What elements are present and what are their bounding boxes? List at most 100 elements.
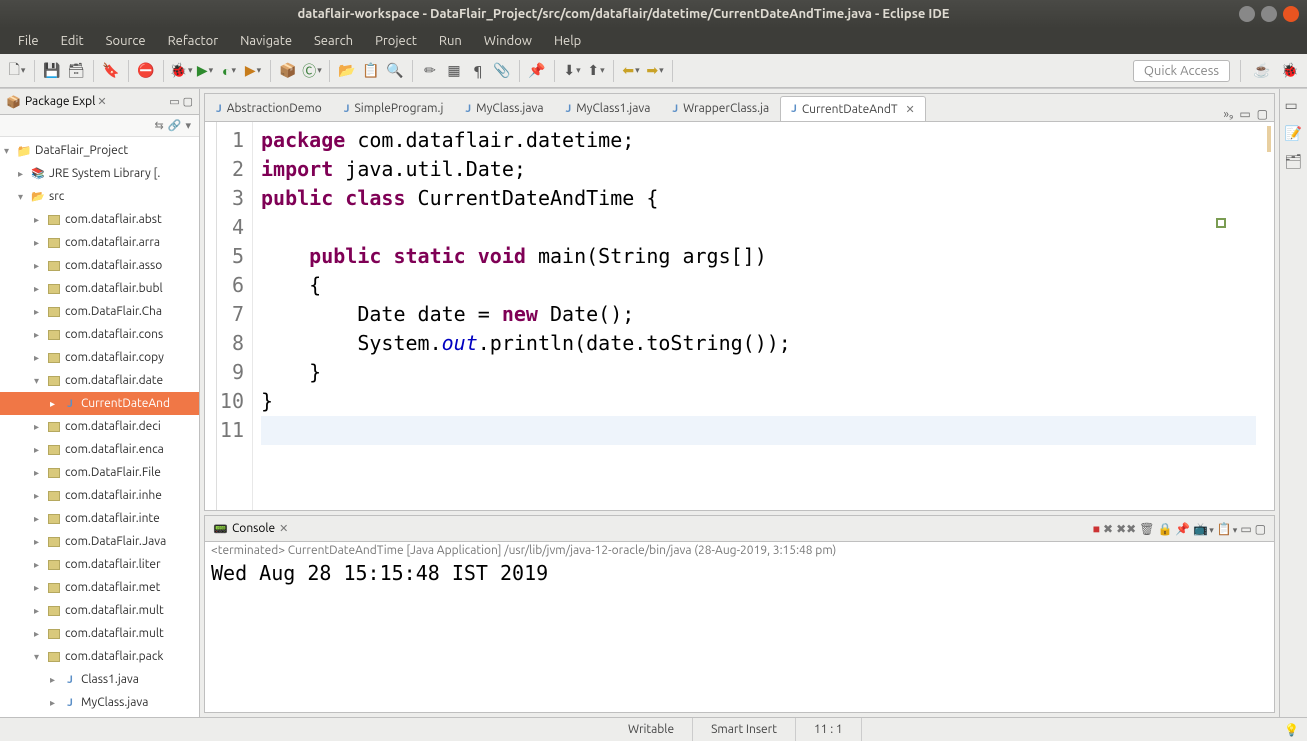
annotation-icon[interactable]: 📎 [492,61,512,81]
overview-ruler[interactable] [1264,122,1274,510]
tree-item-file[interactable]: ▸JMyClass.java [0,691,199,714]
tree-item-jre[interactable]: ▸JRE System Library [. [0,162,199,185]
tree-item-package[interactable]: ▸com.dataflair.mult [0,622,199,645]
tab-abstractiondemo[interactable]: JAbstractionDemo [205,95,333,121]
scroll-lock-icon[interactable]: 🔒 [1157,522,1172,536]
open-console-icon[interactable]: 📋▾ [1217,522,1237,536]
display-console-icon[interactable]: 📺▾ [1193,522,1213,536]
tree-item-package[interactable]: ▸com.dataflair.mult [0,599,199,622]
menu-edit[interactable]: Edit [51,31,94,51]
tree-item-file[interactable]: ▸JClass1.java [0,668,199,691]
open-type-icon[interactable]: 📂 [337,61,357,81]
menu-navigate[interactable]: Navigate [230,31,302,51]
tree-item-package[interactable]: ▸com.dataflair.cons [0,323,199,346]
next-annotation-icon[interactable]: ⬇▾ [562,61,582,81]
skip-breakpoints-icon[interactable]: ⛔ [136,61,156,81]
link-editor-icon[interactable]: 🔗 [168,119,182,132]
tree-item-package[interactable]: ▾com.dataflair.pack [0,645,199,668]
tree-item-package[interactable]: ▸com.dataflair.bubl [0,277,199,300]
menu-refactor[interactable]: Refactor [158,31,229,51]
code-content[interactable]: package com.dataflair.datetime; import j… [253,122,1264,510]
pin-icon[interactable]: 📌 [527,61,547,81]
package-tree[interactable]: ▾DataFlair_Project ▸JRE System Library [… [0,137,199,717]
tree-item-package[interactable]: ▸com.dataflair.liter [0,553,199,576]
tree-item-package[interactable]: ▾com.dataflair.date [0,369,199,392]
restore-icon[interactable]: ▭ [1285,97,1303,115]
maximize-button[interactable] [1261,6,1277,22]
search-icon[interactable]: 🔍 [385,61,405,81]
overflow-tabs[interactable]: »₉ [1223,108,1233,121]
tree-item-package[interactable]: ▸com.DataFlair.File [0,461,199,484]
tree-item-package[interactable]: ▸com.dataflair.inhe [0,484,199,507]
maximize-editor-icon[interactable]: ▢ [1257,107,1268,121]
run-icon[interactable]: ▶▾ [195,61,215,81]
tree-item-package[interactable]: ▸com.dataflair.abst [0,208,199,231]
tree-item-package[interactable]: ▸com.dataflair.copy [0,346,199,369]
tree-item-package[interactable]: ▸com.DataFlair.Cha [0,300,199,323]
menu-window[interactable]: Window [474,31,542,51]
tree-item-package[interactable]: ▸com.dataflair.met [0,576,199,599]
menu-search[interactable]: Search [304,31,363,51]
save-icon[interactable]: 💾 [42,61,62,81]
tree-item-project[interactable]: ▾DataFlair_Project [0,139,199,162]
tree-item-src[interactable]: ▾src [0,185,199,208]
quick-access-input[interactable]: Quick Access [1133,60,1230,82]
terminate-icon[interactable]: ■ [1093,522,1100,536]
menu-run[interactable]: Run [429,31,472,51]
perspective-debug-icon[interactable]: 🐞 [1280,61,1300,81]
view-close-icon[interactable]: ✕ [97,95,106,108]
remove-all-icon[interactable]: ✖✖ [1116,522,1136,536]
toggle-block-icon[interactable]: ▦ [444,61,464,81]
toggle-breadcrumb-icon[interactable]: 🔖 [101,61,121,81]
run-last-icon[interactable]: ▶▾ [243,61,263,81]
tree-item-package[interactable]: ▸com.dataflair.inte [0,507,199,530]
minimize-view-icon[interactable]: ▭ [169,95,179,108]
perspective-java-icon[interactable]: ☕ [1252,61,1272,81]
minimize-console-icon[interactable]: ▭ [1240,522,1251,536]
tab-wrapperclass[interactable]: JWrapperClass.ja [661,95,780,121]
minimize-editor-icon[interactable]: ▭ [1239,107,1250,121]
maximize-console-icon[interactable]: ▢ [1255,522,1266,536]
open-task-icon[interactable]: 📋 [361,61,381,81]
debug-icon[interactable]: 🐞▾ [171,61,191,81]
code-editor[interactable]: 1234567891011 package com.dataflair.date… [205,122,1274,510]
remove-launch-icon[interactable]: ✖ [1103,522,1113,536]
menu-source[interactable]: Source [96,31,156,51]
save-all-icon[interactable]: 🗃 [66,61,86,81]
new-icon[interactable]: 🗋▾ [7,61,27,81]
menu-help[interactable]: Help [544,31,591,51]
tip-icon[interactable]: 💡 [1284,723,1299,737]
view-menu-icon[interactable]: ▾ [185,119,191,132]
outline-icon[interactable]: 🗂 [1285,153,1303,171]
collapse-all-icon[interactable]: ⇆ [155,119,164,132]
tab-currentdateandtime[interactable]: JCurrentDateAndT✕ [780,96,926,122]
tree-item-package[interactable]: ▸com.dataflair.enca [0,438,199,461]
prev-annotation-icon[interactable]: ⬆▾ [586,61,606,81]
maximize-view-icon[interactable]: ▢ [183,95,193,108]
tab-myclass[interactable]: JMyClass.java [454,95,554,121]
tab-close-icon[interactable]: ✕ [906,103,915,116]
coverage-icon[interactable]: ◐▾ [219,61,239,81]
console-output[interactable]: Wed Aug 28 15:15:48 IST 2019 [205,559,1274,712]
tree-item-package[interactable]: ▸com.DataFlair.Java [0,530,199,553]
tab-simpleprogram[interactable]: JSimpleProgram.j [333,95,455,121]
tree-item-file-selected[interactable]: ▸JCurrentDateAnd [0,392,199,415]
tree-item-package[interactable]: ▸com.dataflair.deci [0,415,199,438]
new-class-icon[interactable]: Ⓒ▾ [302,61,322,81]
back-icon[interactable]: ⬅▾ [621,61,641,81]
tree-item-package[interactable]: ▸com.dataflair.arra [0,231,199,254]
minimize-button[interactable] [1239,6,1255,22]
tab-myclass1[interactable]: JMyClass1.java [555,95,662,121]
console-close-icon[interactable]: ✕ [279,522,288,535]
forward-icon[interactable]: ➡▾ [645,61,665,81]
task-list-icon[interactable]: 📝 [1285,125,1303,143]
menu-file[interactable]: File [8,31,49,51]
clear-console-icon[interactable]: 🗑 [1139,522,1154,536]
pin-console-icon[interactable]: 📌 [1175,522,1190,536]
show-whitespace-icon[interactable]: ¶ [468,61,488,81]
tree-item-package[interactable]: ▸com.dataflair.asso [0,254,199,277]
new-package-icon[interactable]: 📦 [278,61,298,81]
menu-project[interactable]: Project [365,31,427,51]
close-button[interactable] [1283,6,1299,22]
toggle-mark-icon[interactable]: ✏ [420,61,440,81]
